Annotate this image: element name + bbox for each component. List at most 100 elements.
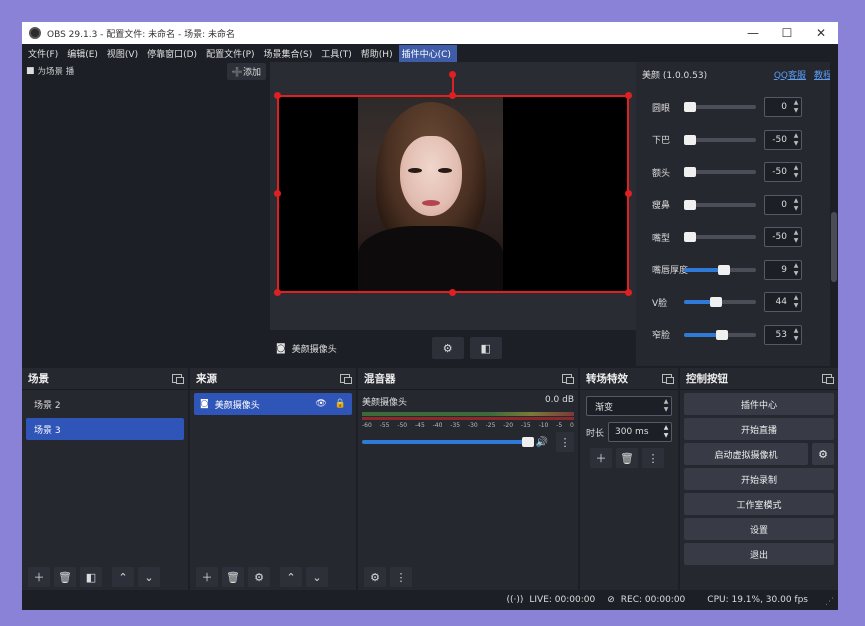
remove-source-button[interactable]: 🗑: [222, 567, 244, 587]
virtual-camera-settings-button[interactable]: ⚙: [812, 443, 834, 465]
menu-scene-collection[interactable]: 场景集合(S): [261, 45, 319, 62]
mixer-settings-button[interactable]: ⚙: [364, 567, 386, 587]
spin-arrows-icon[interactable]: ▲ ▼: [791, 197, 801, 213]
spin-arrows-icon[interactable]: ▲ ▼: [791, 229, 801, 245]
menu-docks[interactable]: 停靠窗口(D): [144, 45, 203, 62]
transition-menu-button[interactable]: ⋮: [642, 448, 664, 468]
resize-grip-icon[interactable]: ⋰: [825, 597, 834, 607]
filter-slider[interactable]: [684, 329, 756, 340]
scene-item-selected[interactable]: 场景 3: [26, 418, 184, 440]
add-scene-button[interactable]: ＋: [28, 567, 50, 587]
eye-icon[interactable]: 👁: [315, 399, 326, 409]
menu-view[interactable]: 视图(V): [104, 45, 144, 62]
slider-knob[interactable]: [684, 199, 696, 210]
transition-select[interactable]: 渐变 ▲ ▼: [586, 396, 672, 416]
volume-knob[interactable]: [521, 437, 534, 447]
start-record-button[interactable]: 开始录制: [684, 468, 834, 490]
slider-knob[interactable]: [717, 264, 730, 275]
spin-arrows-icon[interactable]: ▲ ▼: [791, 294, 801, 310]
spin-arrows-icon[interactable]: ▲ ▼: [791, 327, 801, 343]
mixer-menu-button[interactable]: ⋮: [390, 567, 412, 587]
plugin-center-button[interactable]: 插件中心: [684, 393, 834, 415]
filter-value-input[interactable]: -50 ▲ ▼: [764, 162, 802, 182]
scene-filters-button[interactable]: ◧: [80, 567, 102, 587]
filter-slider[interactable]: [684, 167, 756, 177]
slider-knob[interactable]: [684, 167, 696, 177]
menu-plugin-center[interactable]: 插件中心(C): [398, 44, 457, 62]
undock-icon[interactable]: [172, 374, 184, 384]
filter-value-input[interactable]: 0 ▲ ▼: [764, 194, 802, 215]
slider-knob[interactable]: [684, 102, 696, 112]
undock-icon[interactable]: [822, 374, 834, 384]
filter-value-input[interactable]: 53 ▲ ▼: [764, 324, 802, 345]
start-virtual-camera-button[interactable]: 启动虚拟摄像机: [684, 443, 808, 465]
settings-button[interactable]: 设置: [684, 518, 834, 540]
filter-value-input[interactable]: 9 ▲ ▼: [764, 259, 802, 280]
speaker-icon[interactable]: 🔊: [536, 437, 548, 448]
filter-slider[interactable]: [684, 297, 756, 307]
volume-slider[interactable]: [362, 437, 534, 447]
resize-handle-t[interactable]: [449, 92, 456, 99]
source-filters-button[interactable]: ◧: [469, 337, 502, 359]
scroll-thumb[interactable]: [831, 212, 837, 282]
filter-slider[interactable]: [684, 264, 756, 275]
slider-knob[interactable]: [716, 329, 729, 340]
rotation-handle[interactable]: [449, 71, 456, 78]
source-properties-button[interactable]: ⚙: [431, 337, 464, 359]
resize-handle-tr[interactable]: [625, 92, 632, 99]
lock-icon[interactable]: 🔒: [335, 399, 346, 409]
menu-edit[interactable]: 编辑(E): [64, 45, 104, 62]
undock-icon[interactable]: [662, 374, 674, 384]
resize-handle-br[interactable]: [625, 289, 632, 296]
scene-item[interactable]: 场景 2: [26, 393, 184, 415]
remove-transition-button[interactable]: 🗑: [616, 448, 638, 468]
filter-value-input[interactable]: 44 ▲ ▼: [764, 292, 802, 312]
filter-slider[interactable]: [684, 102, 756, 112]
add-source-button[interactable]: ➕添加: [226, 62, 266, 80]
resize-handle-l[interactable]: [274, 190, 281, 197]
menu-file[interactable]: 文件(F): [25, 45, 64, 62]
add-source-footer-button[interactable]: ＋: [196, 567, 218, 587]
exit-button[interactable]: 退出: [684, 543, 834, 565]
move-up-button[interactable]: ⌃: [112, 567, 134, 587]
spin-arrows-icon[interactable]: ▲ ▼: [791, 164, 801, 180]
spin-arrows-icon[interactable]: ▲ ▼: [791, 262, 801, 278]
filter-value-input[interactable]: -50 ▲ ▼: [764, 129, 802, 150]
qq-support-link[interactable]: QQ客服: [774, 68, 806, 81]
resize-handle-b[interactable]: [449, 289, 456, 296]
add-transition-button[interactable]: ＋: [590, 448, 612, 468]
track-menu-button[interactable]: ⋮: [556, 432, 574, 452]
maximize-icon[interactable]: ☐: [770, 22, 804, 44]
source-item[interactable]: ◙ 美颜摄像头 👁 🔒: [194, 393, 352, 415]
filter-slider[interactable]: [684, 134, 756, 145]
filter-value-input[interactable]: -50 ▲ ▼: [764, 227, 802, 247]
studio-mode-button[interactable]: 工作室模式: [684, 493, 834, 515]
resize-handle-tl[interactable]: [274, 92, 281, 99]
spin-arrows-icon[interactable]: ▲ ▼: [791, 132, 801, 148]
move-up-button[interactable]: ⌃: [280, 567, 302, 587]
filter-scrollbar[interactable]: [830, 62, 838, 366]
slider-knob[interactable]: [684, 134, 696, 145]
resize-handle-bl[interactable]: [274, 289, 281, 296]
slider-knob[interactable]: [684, 232, 696, 242]
menu-help[interactable]: 帮助(H): [358, 45, 399, 62]
remove-scene-button[interactable]: 🗑: [54, 567, 76, 587]
filter-value-input[interactable]: 0 ▲ ▼: [764, 97, 802, 117]
selection-box[interactable]: [277, 95, 629, 293]
filter-slider[interactable]: [684, 199, 756, 210]
filter-slider[interactable]: [684, 232, 756, 242]
duration-input[interactable]: 300 ms ▲ ▼: [608, 422, 672, 442]
move-down-button[interactable]: ⌄: [138, 567, 160, 587]
start-stream-button[interactable]: 开始直播: [684, 418, 834, 440]
undock-icon[interactable]: [562, 374, 574, 384]
source-properties-footer-button[interactable]: ⚙: [248, 567, 270, 587]
preview-area[interactable]: [270, 62, 636, 330]
resize-handle-r[interactable]: [625, 190, 632, 197]
close-icon[interactable]: ✕: [804, 22, 838, 44]
spin-arrows-icon[interactable]: ▲ ▼: [791, 99, 801, 115]
move-down-button[interactable]: ⌄: [306, 567, 328, 587]
menu-profile[interactable]: 配置文件(P): [203, 45, 260, 62]
undock-icon[interactable]: [340, 374, 352, 384]
minimize-icon[interactable]: —: [736, 22, 770, 44]
menu-tools[interactable]: 工具(T): [318, 45, 358, 62]
